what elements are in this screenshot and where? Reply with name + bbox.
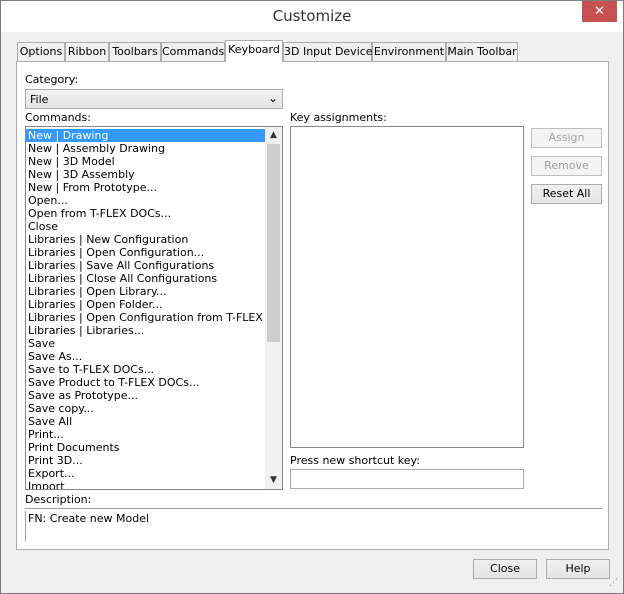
customize-dialog: Customize ✕ Options Ribbon Toolbars Comm… [0, 0, 624, 594]
shortcut-label: Press new shortcut key: [290, 454, 420, 467]
list-item[interactable]: New | Drawing [26, 129, 266, 142]
list-item[interactable]: Libraries | New Configuration [26, 233, 266, 246]
list-item[interactable]: Libraries | Libraries... [26, 324, 266, 337]
commands-items: New | Drawing New | Assembly Drawing New |… [26, 129, 282, 489]
close-window-button[interactable]: ✕ [582, 1, 617, 22]
list-item[interactable]: Libraries | Close All Configurations [26, 272, 266, 285]
list-item[interactable]: Libraries | Open Configuration from T-FL… [26, 311, 282, 324]
list-item[interactable]: Export... [26, 467, 266, 480]
category-label: Category: [25, 73, 79, 86]
scroll-thumb[interactable] [267, 144, 280, 342]
list-item[interactable]: Save [26, 337, 266, 350]
list-item[interactable]: Libraries | Open Configuration... [26, 246, 266, 259]
list-item[interactable]: Open... [26, 194, 266, 207]
list-item[interactable]: New | 3D Assembly [26, 168, 266, 181]
title-bar: Customize ✕ [1, 1, 623, 32]
list-item[interactable]: New | 3D Model [26, 155, 266, 168]
assign-button[interactable]: Assign [531, 128, 602, 148]
tab-environment[interactable]: Environment [372, 42, 446, 61]
list-item[interactable]: Print 3D... [26, 454, 266, 467]
list-item[interactable]: Libraries | Save All Configurations [26, 259, 266, 272]
scroll-down-icon[interactable]: ▼ [265, 472, 282, 489]
tab-toolbars[interactable]: Toolbars [109, 42, 161, 61]
key-assignments-list[interactable] [290, 126, 524, 448]
list-item[interactable]: Import [26, 480, 266, 489]
category-value: File [30, 93, 49, 106]
list-item[interactable]: Open from T-FLEX DOCs... [26, 207, 266, 220]
help-button[interactable]: Help [546, 559, 610, 579]
commands-label: Commands: [25, 111, 91, 124]
category-dropdown[interactable]: File ⌄ [25, 89, 283, 109]
commands-list[interactable]: New | Drawing New | Assembly Drawing New |… [25, 126, 283, 490]
window-title: Customize [272, 7, 352, 25]
close-button[interactable]: Close [473, 559, 537, 579]
list-item[interactable]: Close [26, 220, 266, 233]
list-item[interactable]: Save copy... [26, 402, 266, 415]
list-item[interactable]: Print... [26, 428, 266, 441]
tab-keyboard[interactable]: Keyboard [225, 40, 283, 62]
list-item[interactable]: Libraries | Open Library... [26, 285, 266, 298]
list-item[interactable]: Save as Prototype... [26, 389, 266, 402]
list-item[interactable]: Save Product to T-FLEX DOCs... [26, 376, 266, 389]
list-item[interactable]: Libraries | Open Folder... [26, 298, 266, 311]
shortcut-input[interactable] [290, 469, 524, 489]
key-assignments-label: Key assignments: [290, 111, 387, 124]
tab-main-toolbar[interactable]: Main Toolbar [446, 42, 518, 61]
list-item[interactable]: Save As... [26, 350, 266, 363]
tab-options[interactable]: Options [17, 42, 65, 61]
remove-button[interactable]: Remove [531, 156, 602, 176]
chevron-down-icon: ⌄ [267, 91, 278, 105]
keyboard-panel: Category: File ⌄ Commands: New | Drawing… [16, 61, 609, 550]
list-item[interactable]: Save to T-FLEX DOCs... [26, 363, 266, 376]
tab-3d-input-device[interactable]: 3D Input Device [283, 42, 373, 61]
description-text: FN: Create new Model [25, 511, 602, 541]
tab-ribbon[interactable]: Ribbon [65, 42, 109, 61]
list-item[interactable]: Save All [26, 415, 266, 428]
resize-grip-icon[interactable]: ⋰ [609, 579, 619, 589]
scroll-up-icon[interactable]: ▲ [265, 127, 282, 144]
description-divider [25, 508, 602, 509]
tab-commands[interactable]: Commands [161, 42, 225, 61]
list-item[interactable]: New | Assembly Drawing [26, 142, 266, 155]
reset-all-button[interactable]: Reset All [531, 184, 602, 204]
commands-scrollbar[interactable]: ▲ ▼ [265, 127, 282, 489]
list-item[interactable]: New | From Prototype... [26, 181, 266, 194]
description-label: Description: [25, 493, 92, 506]
list-item[interactable]: Print Documents [26, 441, 266, 454]
